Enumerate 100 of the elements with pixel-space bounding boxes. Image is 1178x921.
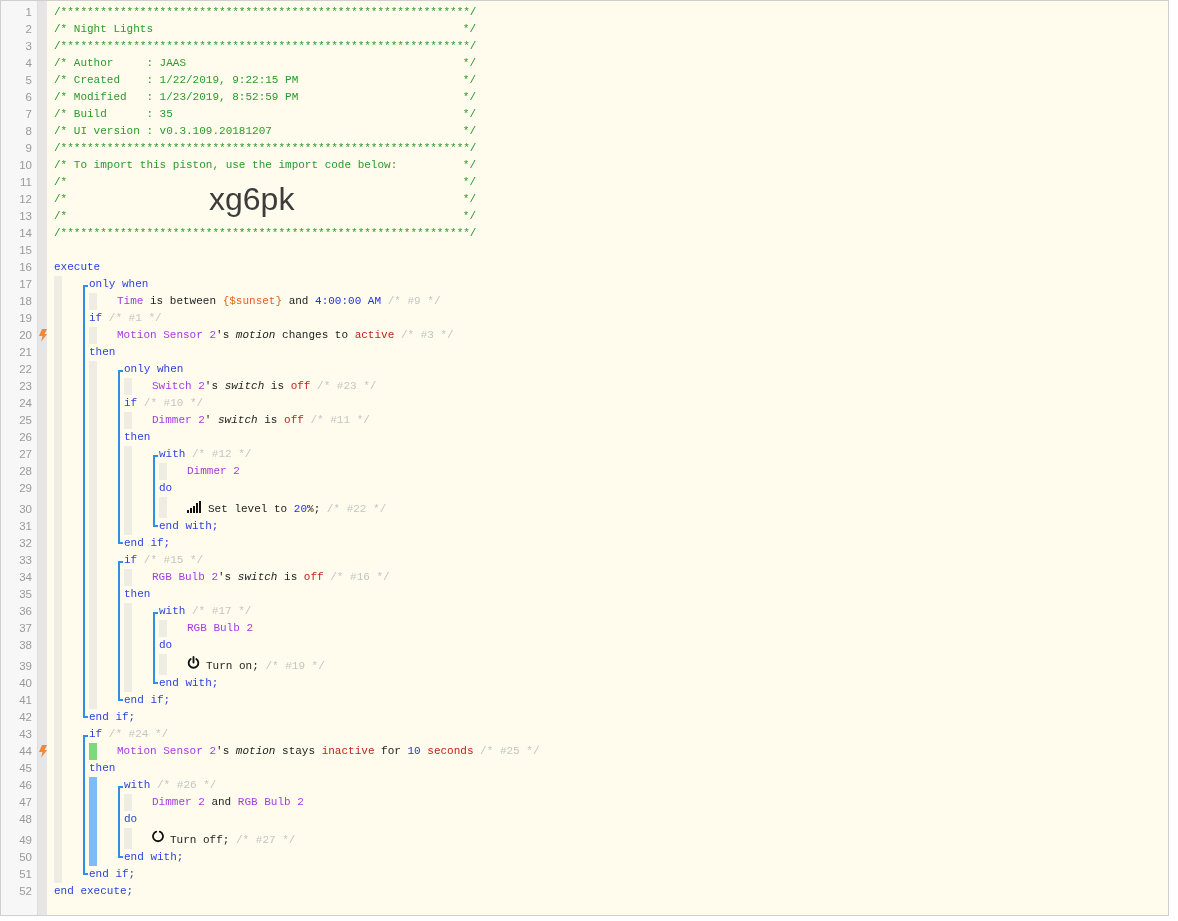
import-code: xg6pk xyxy=(209,181,295,217)
line-number: 16 xyxy=(18,260,33,275)
power-icon xyxy=(187,656,200,669)
line-number: 25 xyxy=(18,413,33,428)
line-number: 4 xyxy=(24,56,33,71)
line-number: 40 xyxy=(18,676,33,691)
comment-text: /* xyxy=(54,209,68,225)
comment-text: /* To import this piston, use the import code below: xyxy=(54,158,398,174)
comment-text: /* Created : 1/22/2019, 9:22:15 PM xyxy=(54,73,299,89)
comment-text: /* UI version : v0.3.109.20181207 xyxy=(54,124,272,140)
line-number: 3 xyxy=(24,39,33,54)
code-line: Motion Sensor 2's motion changes to active /* #3 */ xyxy=(117,328,454,343)
code-line: end with; xyxy=(124,850,184,865)
code-line: if /* #15 */ xyxy=(124,553,204,568)
comment-text: /* Build : 35 xyxy=(54,107,173,123)
line-number: 36 xyxy=(18,604,33,619)
code-line: do xyxy=(124,812,138,827)
code-line: do xyxy=(159,638,173,653)
code-line: Dimmer 2 and RGB Bulb 2 xyxy=(152,795,304,810)
code-line: end if; xyxy=(89,710,136,725)
line-number: 13 xyxy=(18,209,33,224)
line-number: 27 xyxy=(18,447,33,462)
code-line: end if; xyxy=(124,693,171,708)
code-line: Dimmer 2' switch is off /* #11 */ xyxy=(152,413,370,428)
line-number: 48 xyxy=(18,812,33,827)
line-number: 43 xyxy=(18,727,33,742)
code-line: Time is between {$sunset} and 4:00:00 AM /* #9 */ xyxy=(117,294,441,309)
comment-end: */ xyxy=(462,175,476,191)
comment-text: /* xyxy=(54,175,68,191)
comment-end: */ xyxy=(462,90,476,106)
code-line: with /* #26 */ xyxy=(124,778,217,793)
code-line: RGB Bulb 2 xyxy=(187,621,253,636)
code-line: Set level to 20%; /* #22 */ xyxy=(208,502,387,517)
line-number: 20 xyxy=(18,328,33,343)
line-number: 21 xyxy=(18,345,33,360)
comment-end: */ xyxy=(462,56,476,72)
line-number: 10 xyxy=(18,158,33,173)
code-line: do xyxy=(159,481,173,496)
comment-rule: /**************************************************************/ xyxy=(54,226,477,242)
line-number: 8 xyxy=(24,124,33,139)
line-number: 38 xyxy=(18,638,33,653)
code-line: end execute; xyxy=(54,884,134,899)
line-number: 35 xyxy=(18,587,33,602)
line-number: 24 xyxy=(18,396,33,411)
line-number: 12 xyxy=(18,192,33,207)
line-number: 28 xyxy=(18,464,33,479)
code-line: Dimmer 2 xyxy=(187,464,240,479)
line-number: 5 xyxy=(24,73,33,88)
line-number: 47 xyxy=(18,795,33,810)
ring-icon xyxy=(152,830,164,843)
code-line: if /* #24 */ xyxy=(89,727,169,742)
comment-end: */ xyxy=(462,73,476,89)
line-number: 22 xyxy=(18,362,33,377)
comment-rule: /**************************************************************/ xyxy=(54,5,477,21)
code-line: then xyxy=(124,430,151,445)
line-number: 19 xyxy=(18,311,33,326)
line-number: 6 xyxy=(24,90,33,105)
code-line: then xyxy=(89,761,116,776)
line-number: 26 xyxy=(18,430,33,445)
code-line: Switch 2's switch is off /* #23 */ xyxy=(152,379,377,394)
signal-bars-icon xyxy=(187,501,201,513)
comment-text: /* xyxy=(54,192,68,208)
line-number: 49 xyxy=(18,833,33,848)
comment-text: /* Modified : 1/23/2019, 8:52:59 PM xyxy=(54,90,299,106)
code-line: end with; xyxy=(159,519,219,534)
comment-end: */ xyxy=(462,158,476,174)
line-number: 18 xyxy=(18,294,33,309)
comment-end: */ xyxy=(462,22,476,38)
comment-text: /* Night Lights xyxy=(54,22,154,38)
comment-rule: /**************************************************************/ xyxy=(54,141,477,157)
line-number: 7 xyxy=(24,107,33,122)
line-number: 11 xyxy=(19,175,33,190)
line-number: 15 xyxy=(18,243,33,258)
code-line: Motion Sensor 2's motion stays inactive for 10 seconds /* #25 */ xyxy=(117,744,540,759)
line-number: 52 xyxy=(18,884,33,899)
line-number: 34 xyxy=(18,570,33,585)
comment-end: */ xyxy=(462,124,476,140)
line-number: 14 xyxy=(18,226,33,241)
line-number: 31 xyxy=(18,519,33,534)
line-number: 42 xyxy=(18,710,33,725)
line-number: 2 xyxy=(24,22,33,37)
code-line: end if; xyxy=(89,867,136,882)
comment-text: /* Author : JAAS xyxy=(54,56,187,72)
code-line: Turn on; /* #19 */ xyxy=(206,659,325,674)
code-line: with /* #12 */ xyxy=(159,447,252,462)
code-line: execute xyxy=(54,260,101,275)
line-number: 37 xyxy=(18,621,33,636)
code-line: then xyxy=(124,587,151,602)
code-line: RGB Bulb 2's switch is off /* #16 */ xyxy=(152,570,390,585)
comment-end: */ xyxy=(462,209,476,225)
line-number: 1 xyxy=(24,5,33,20)
code-line: end if; xyxy=(124,536,171,551)
line-number: 46 xyxy=(18,778,33,793)
line-number: 45 xyxy=(18,761,33,776)
line-number: 33 xyxy=(18,553,33,568)
comment-end: */ xyxy=(462,192,476,208)
code-line: only when xyxy=(89,277,149,292)
comment-end: */ xyxy=(462,107,476,123)
line-number: 41 xyxy=(18,693,33,708)
line-number: 23 xyxy=(18,379,33,394)
